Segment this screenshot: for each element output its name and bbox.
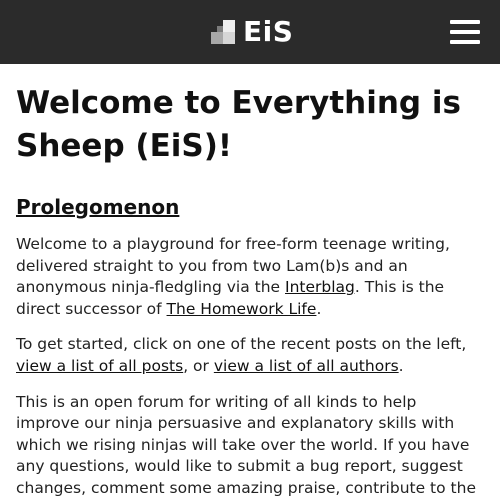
getting-started-text: To get started, click on one of the rece… bbox=[16, 335, 467, 354]
section-heading: Prolegomenon bbox=[16, 195, 180, 219]
brand-home-link[interactable]: EiS bbox=[211, 14, 293, 50]
eis-logo-icon bbox=[211, 20, 235, 44]
brand-name[interactable]: EiS bbox=[243, 14, 293, 50]
forum-description-text: This is an open forum for writing of all… bbox=[16, 392, 476, 497]
main-content: Welcome to Everything is Sheep (EiS)! Pr… bbox=[0, 64, 500, 500]
all-posts-link[interactable]: view a list of all posts bbox=[16, 357, 183, 375]
intro-paragraph: Welcome to a playground for free-form te… bbox=[16, 234, 484, 320]
page-title: Welcome to Everything is Sheep (EiS)! bbox=[16, 85, 461, 164]
top-navigation-bar: EiS bbox=[0, 0, 500, 64]
all-authors-link[interactable]: view a list of all authors bbox=[214, 357, 399, 375]
intro-text-end: . bbox=[316, 299, 322, 318]
hamburger-menu-icon[interactable] bbox=[450, 18, 480, 46]
homework-life-link[interactable]: The Homework Life bbox=[167, 300, 317, 318]
forum-description-paragraph: This is an open forum for writing of all… bbox=[16, 392, 484, 500]
getting-started-text-end: . bbox=[398, 356, 404, 375]
getting-started-paragraph: To get started, click on one of the rece… bbox=[16, 334, 484, 377]
interblag-link[interactable]: Interblag bbox=[285, 278, 355, 296]
getting-started-text-between: , or bbox=[183, 356, 214, 375]
